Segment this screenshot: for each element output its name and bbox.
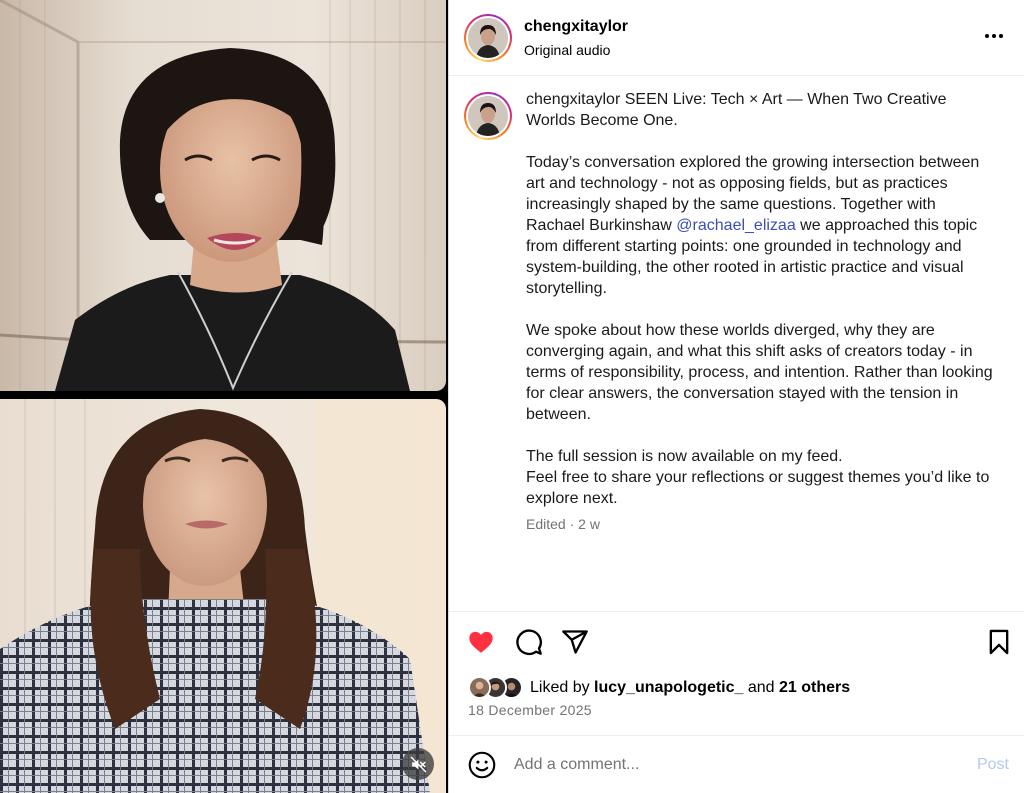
likes-prefix: Liked by bbox=[530, 679, 595, 696]
paper-plane-icon bbox=[562, 630, 588, 654]
caption-paragraph-2: We spoke about how these worlds diverged… bbox=[526, 322, 993, 423]
guest-video-frame bbox=[0, 399, 446, 793]
caption-paragraph-3: The full session is now available on my … bbox=[526, 446, 996, 509]
bookmark-icon bbox=[989, 629, 1009, 655]
caption-p3-line2: Feel free to share your reflections or s… bbox=[526, 469, 990, 507]
caption-username[interactable]: chengxitaylor bbox=[526, 91, 620, 108]
post-comment-button[interactable]: Post bbox=[977, 756, 1009, 774]
caption-avatar[interactable] bbox=[464, 92, 512, 140]
video-tile-host bbox=[0, 0, 446, 391]
mute-toggle-button[interactable] bbox=[402, 748, 434, 780]
post-panel: chengxitaylor Original audio chengxitayl… bbox=[448, 0, 1024, 793]
caption-section: chengxitaylor SEEN Live: Tech × Art — Wh… bbox=[449, 77, 1024, 611]
caption-paragraph-1: Today’s conversation explored the growin… bbox=[526, 152, 996, 299]
comment-button[interactable] bbox=[515, 628, 543, 656]
emoji-button[interactable] bbox=[468, 751, 496, 779]
more-options-button[interactable] bbox=[982, 24, 1006, 48]
likes-others-link[interactable]: 21 others bbox=[779, 679, 850, 696]
liked-by-user-link[interactable]: lucy_unapologetic_ bbox=[594, 679, 743, 696]
host-video-frame bbox=[0, 0, 446, 391]
comment-bar: Post bbox=[449, 735, 1024, 793]
like-button[interactable] bbox=[467, 628, 495, 656]
likes-summary: Liked by lucy_unapologetic_ and 21 other… bbox=[468, 676, 850, 700]
mention-link[interactable]: @rachael_elizaa bbox=[676, 217, 795, 234]
comment-bubble-icon bbox=[516, 629, 542, 656]
post-date[interactable]: 18 December 2025 bbox=[468, 702, 592, 718]
likes-and: and bbox=[743, 679, 780, 696]
profile-photo bbox=[468, 17, 508, 58]
heart-filled-icon bbox=[469, 631, 493, 653]
liker-avatar bbox=[468, 676, 491, 699]
post-header: chengxitaylor Original audio bbox=[449, 0, 1024, 76]
share-button[interactable] bbox=[561, 628, 589, 656]
comment-input[interactable] bbox=[514, 755, 944, 774]
speaker-muted-icon bbox=[410, 756, 426, 772]
header-username[interactable]: chengxitaylor bbox=[524, 17, 628, 37]
liker-avatars[interactable] bbox=[468, 676, 528, 700]
caption-profile-photo bbox=[468, 96, 508, 136]
avatar[interactable] bbox=[464, 13, 512, 62]
video-tile-guest bbox=[0, 399, 446, 793]
caption-meta[interactable]: Edited · 2 w bbox=[526, 515, 996, 533]
emoji-smiley-icon bbox=[468, 751, 496, 778]
caption-p3-line1: The full session is now available on my … bbox=[526, 448, 843, 465]
more-horizontal-icon bbox=[985, 34, 989, 38]
save-button[interactable] bbox=[985, 628, 1013, 656]
caption-title: chengxitaylor SEEN Live: Tech × Art — Wh… bbox=[526, 89, 996, 131]
caption-text: chengxitaylor SEEN Live: Tech × Art — Wh… bbox=[526, 89, 996, 533]
original-audio-link[interactable]: Original audio bbox=[524, 41, 628, 59]
likes-text: Liked by lucy_unapologetic_ and 21 other… bbox=[530, 679, 850, 697]
live-video-media[interactable] bbox=[0, 0, 448, 793]
actions-section: Liked by lucy_unapologetic_ and 21 other… bbox=[449, 611, 1024, 735]
